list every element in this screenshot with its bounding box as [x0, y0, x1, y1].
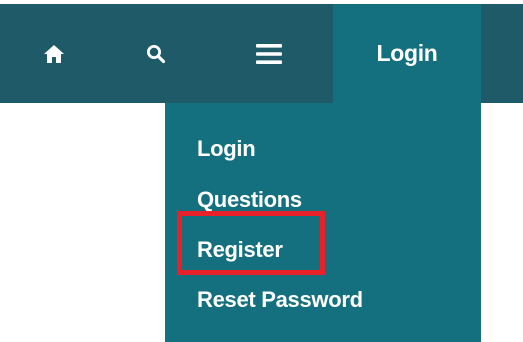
- search-icon: [147, 44, 166, 63]
- search-button[interactable]: [107, 4, 205, 103]
- login-menu-button[interactable]: Login: [333, 4, 481, 103]
- hamburger-menu-icon: [256, 43, 282, 64]
- dropdown-item-reset-password[interactable]: Reset Password: [197, 287, 363, 313]
- login-menu-label: Login: [376, 40, 438, 66]
- dropdown-item-questions[interactable]: Questions: [197, 187, 302, 213]
- home-button[interactable]: [0, 4, 107, 103]
- dropdown-item-login[interactable]: Login: [197, 136, 256, 162]
- dropdown-item-register[interactable]: Register: [197, 237, 283, 263]
- login-dropdown-menu: Login Questions Register Reset Password: [165, 103, 481, 342]
- home-icon: [43, 44, 64, 63]
- menu-button[interactable]: [205, 4, 333, 103]
- page: Login Login Questions Register Reset Pas…: [0, 0, 523, 342]
- top-navbar: Login: [0, 4, 523, 103]
